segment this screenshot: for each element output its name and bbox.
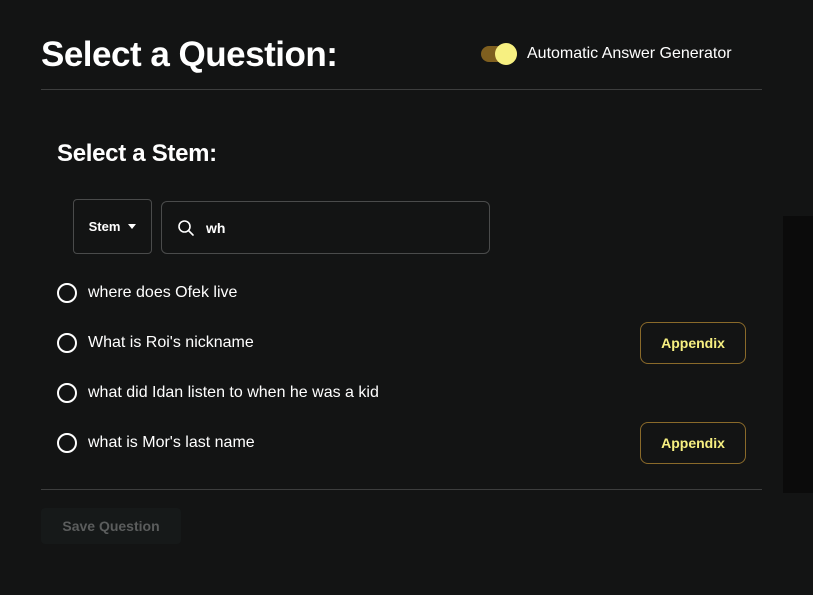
stem-filter-select[interactable]: Stem: [73, 199, 152, 254]
question-item[interactable]: what did Idan listen to when he was a ki…: [57, 368, 747, 418]
question-radio[interactable]: [57, 283, 77, 303]
search-input[interactable]: [204, 218, 468, 237]
question-text: what is Mor's last name: [88, 434, 255, 451]
toggle-knob: [495, 43, 517, 65]
question-item[interactable]: what is Mor's last name Appendix: [57, 418, 747, 468]
save-question-button[interactable]: Save Question: [41, 508, 181, 544]
search-icon: [178, 219, 194, 236]
auto-answer-toggle-row: Automatic Answer Generator: [481, 42, 732, 66]
question-selection-page: Select a Question: Automatic Answer Gene…: [0, 0, 813, 595]
stem-filter-value: Stem: [88, 219, 121, 234]
question-text: What is Roi's nickname: [88, 334, 254, 351]
caret-down-icon: [128, 224, 137, 229]
search-box: [161, 201, 490, 254]
section-title: Select a Stem:: [57, 140, 217, 167]
question-radio[interactable]: [57, 433, 77, 453]
top-divider: [41, 89, 762, 90]
question-radio[interactable]: [57, 333, 77, 353]
question-item[interactable]: What is Roi's nickname Appendix: [57, 318, 747, 368]
question-radio[interactable]: [57, 383, 77, 403]
appendix-button[interactable]: Appendix: [640, 422, 746, 464]
page-title: Select a Question:: [41, 35, 338, 74]
question-item[interactable]: where does Ofek live: [57, 268, 747, 318]
appendix-button[interactable]: Appendix: [640, 322, 746, 364]
auto-answer-toggle[interactable]: [481, 43, 517, 65]
question-text: where does Ofek live: [88, 284, 238, 301]
auto-answer-toggle-label: Automatic Answer Generator: [527, 45, 732, 62]
side-panel-edge: [783, 216, 813, 493]
question-text: what did Idan listen to when he was a ki…: [88, 384, 379, 401]
question-list: where does Ofek live What is Roi's nickn…: [57, 268, 747, 468]
bottom-divider: [41, 489, 762, 490]
